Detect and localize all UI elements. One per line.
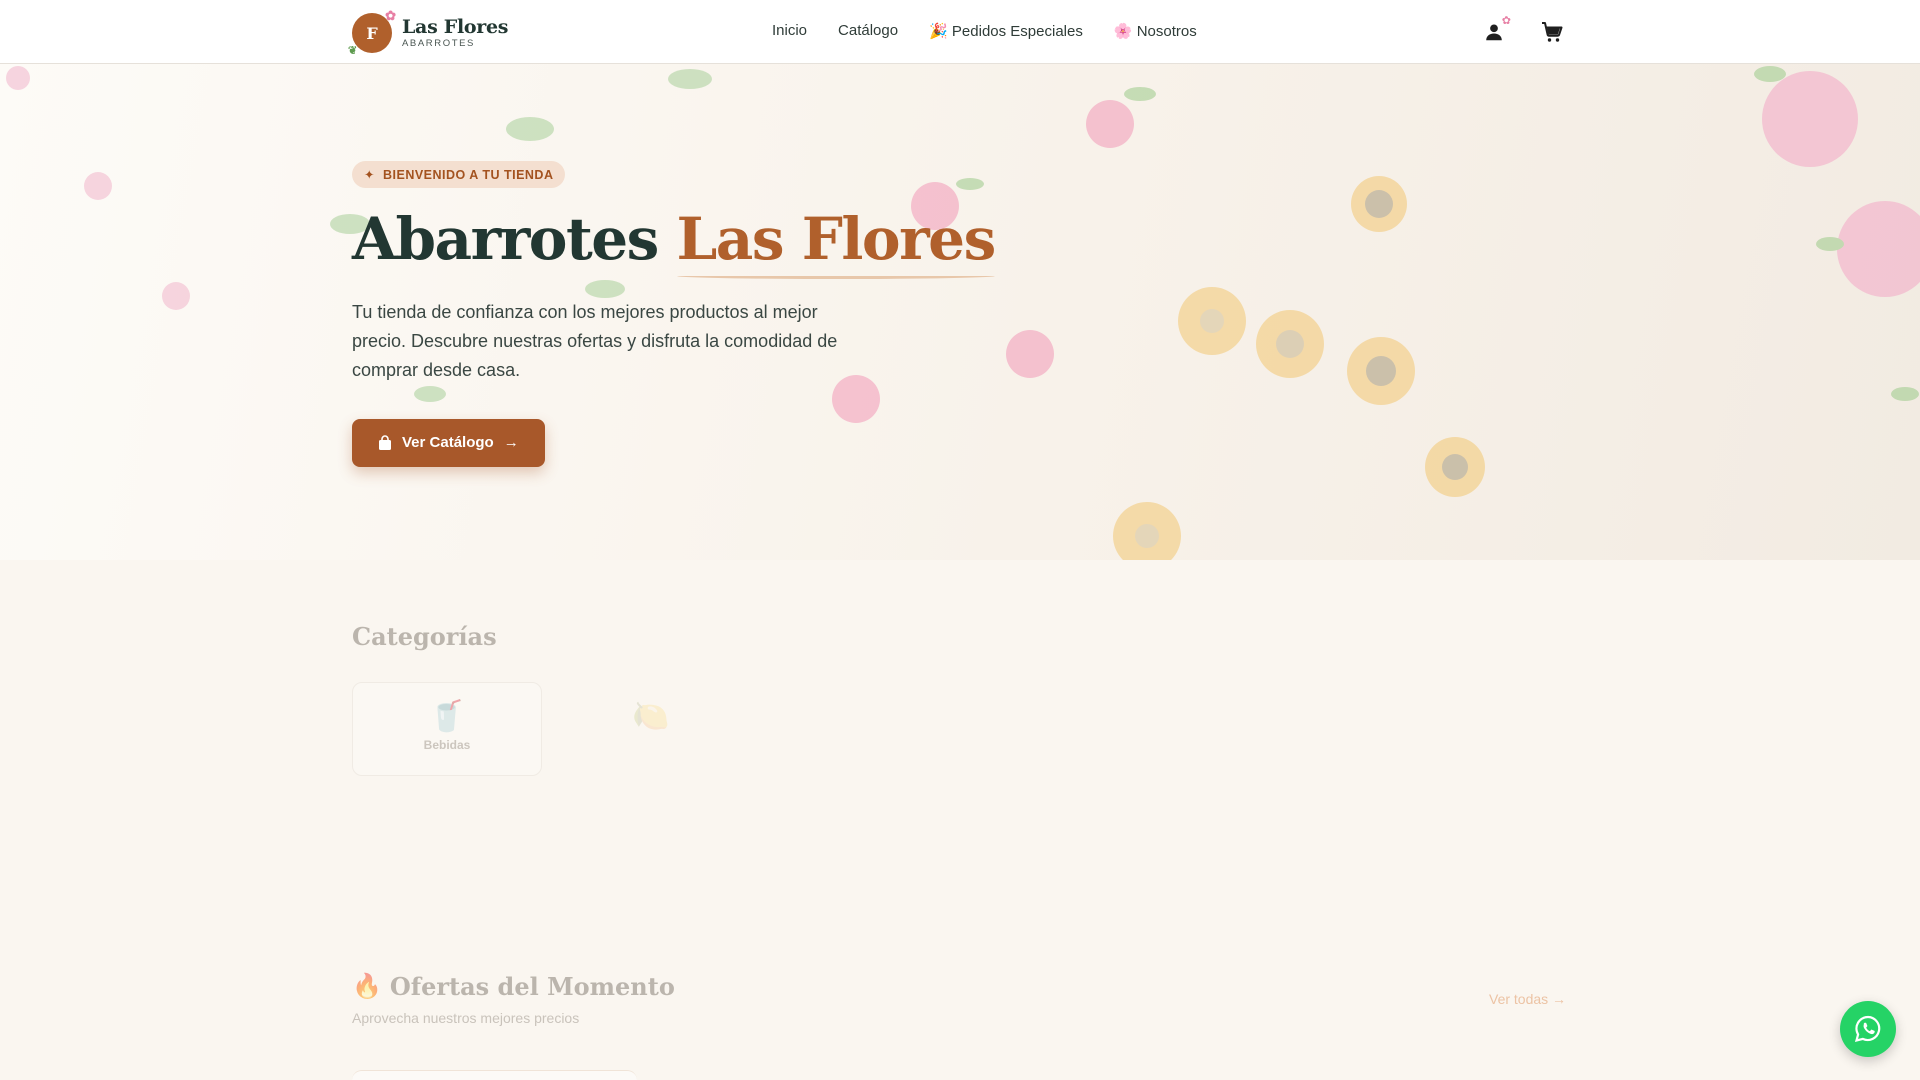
- cup-icon: 🥤: [428, 700, 466, 733]
- offer-card[interactable]: [352, 1070, 637, 1080]
- hibiscus-decoration: [1754, 66, 1920, 401]
- whatsapp-icon: [1854, 1015, 1881, 1043]
- whatsapp-button[interactable]: [1840, 1001, 1896, 1057]
- fruit-icon: 🍋: [632, 700, 670, 733]
- see-all-offers-link[interactable]: Ver todas →: [1489, 991, 1566, 1007]
- cart-icon[interactable]: [1538, 18, 1566, 46]
- category-card-bebidas[interactable]: 🥤 Bebidas: [352, 682, 542, 776]
- flower-decoration: [1113, 176, 1485, 560]
- view-catalog-label: Ver Catálogo: [402, 434, 494, 452]
- logo-initial: F: [366, 23, 378, 43]
- sparkle-icon: ✦: [364, 168, 375, 182]
- user-icon[interactable]: ✿: [1480, 15, 1511, 46]
- nav-nosotros[interactable]: 🌸 Nosotros: [1114, 22, 1197, 40]
- nav-inicio[interactable]: Inicio: [772, 22, 807, 40]
- arrow-right-icon: →: [503, 434, 519, 452]
- hero-section: ✦ BIENVENIDO A TU TIENDA Abarrotes Las F…: [0, 64, 1920, 560]
- welcome-badge-label: BIENVENIDO A TU TIENDA: [382, 167, 554, 182]
- hero-title-main: Abarrotes: [352, 205, 659, 273]
- top-navbar: F ✿ ❦ Las Flores ABARROTES Inicio Catálo…: [0, 0, 1920, 64]
- offers-heading: 🔥 Ofertas del Momento: [352, 972, 675, 1001]
- welcome-badge: ✦ BIENVENIDO A TU TIENDA: [352, 161, 566, 188]
- nav-pedidos-especiales[interactable]: 🎉 Pedidos Especiales: [929, 22, 1083, 40]
- flower-icon: ✿: [385, 9, 396, 24]
- hero-title-accent-text: Las Flores: [676, 205, 997, 273]
- brand-subtitle: ABARROTES: [402, 37, 475, 49]
- shopping-bag-icon: [379, 435, 391, 450]
- hero-title: Abarrotes Las Flores: [352, 205, 997, 279]
- categories-title: Categorías: [352, 622, 497, 651]
- category-label: Bebidas: [423, 738, 471, 752]
- main-nav: Inicio Catálogo 🎉 Pedidos Especiales 🌸 N…: [772, 22, 1197, 40]
- nav-catalogo[interactable]: Catálogo: [838, 22, 898, 40]
- leaf-icon: ❦: [348, 44, 358, 57]
- hero-description: Tu tienda de confianza con los mejores p…: [352, 301, 838, 380]
- brand-logo[interactable]: F ✿ ❦ Las Flores ABARROTES: [348, 9, 509, 57]
- fire-icon: 🔥: [352, 973, 382, 1000]
- category-card[interactable]: 🍋: [556, 682, 746, 776]
- view-catalog-button[interactable]: Ver Catálogo →: [352, 418, 545, 467]
- offers-subtitle: Aprovecha nuestros mejores precios: [352, 1010, 580, 1026]
- offers-title: Ofertas del Momento: [389, 972, 675, 1001]
- title-underline: [676, 273, 995, 279]
- brand-name: Las Flores: [402, 15, 509, 38]
- hero-title-accent: Las Flores: [676, 205, 997, 279]
- flower-badge-icon: ✿: [1501, 15, 1511, 27]
- logo-badge: F ✿ ❦: [348, 9, 396, 57]
